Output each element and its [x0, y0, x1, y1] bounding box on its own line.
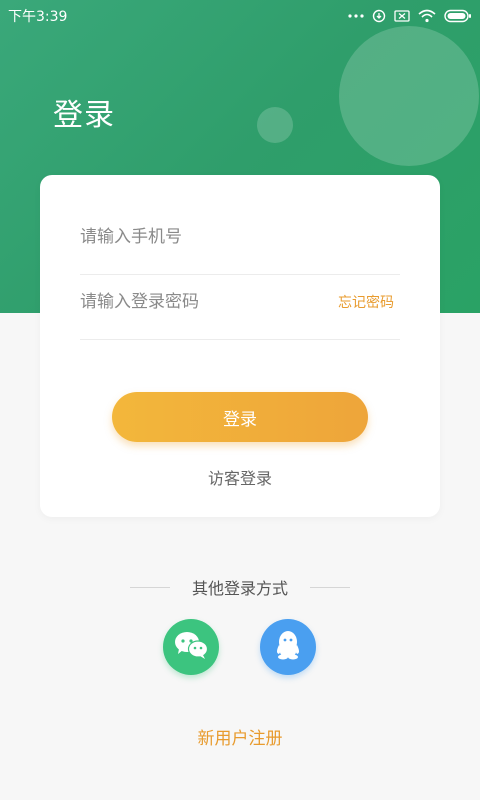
- password-field-row: 忘记密码: [80, 265, 400, 340]
- battery-icon: [444, 9, 472, 23]
- password-input[interactable]: [80, 292, 300, 312]
- qq-login-button[interactable]: [260, 619, 316, 675]
- register-link[interactable]: 新用户注册: [0, 724, 480, 749]
- divider-line-right: [309, 586, 350, 588]
- decorative-bubble-small: [257, 107, 293, 143]
- login-card: 忘记密码 登录 访客登录: [40, 175, 440, 517]
- sync-icon: [372, 9, 386, 23]
- sim-error-icon: [394, 10, 410, 22]
- login-button[interactable]: 登录: [112, 392, 368, 442]
- other-login-divider: 其他登录方式: [130, 574, 350, 600]
- status-icons: [348, 9, 472, 23]
- more-dots-icon: [348, 13, 364, 19]
- other-login-label: 其他登录方式: [191, 579, 288, 598]
- decorative-bubble-large: [339, 26, 479, 166]
- status-time: 下午3:39: [8, 9, 68, 25]
- divider-line-left: [130, 586, 170, 588]
- guest-login-link[interactable]: 访客登录: [40, 465, 440, 489]
- wechat-login-button[interactable]: [163, 619, 219, 675]
- wechat-icon: [173, 630, 209, 664]
- forgot-password-link[interactable]: 忘记密码: [338, 292, 394, 312]
- status-bar: 下午3:39: [0, 0, 480, 32]
- qq-icon: [273, 629, 303, 665]
- phone-field-row: [80, 200, 400, 275]
- page-title: 登录: [53, 98, 115, 133]
- wifi-icon: [418, 9, 436, 23]
- phone-input[interactable]: [80, 227, 300, 247]
